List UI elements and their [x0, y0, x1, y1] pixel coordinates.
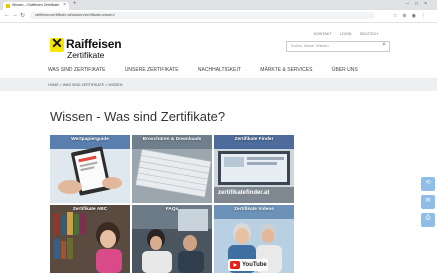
tile-zertifikate-abc[interactable]: Zertifikate ABC	[50, 205, 130, 273]
search-input[interactable]: Suche, Name, Wissen ⌕	[286, 41, 390, 52]
breadcrumb[interactable]: HOME > WAS SIND ZERTIFIKATE > WISSEN	[48, 83, 122, 87]
nav-item-was-sind-zertifikate[interactable]: WAS SIND ZERTIFIKATE	[48, 67, 105, 73]
nav-item-ueber-uns[interactable]: ÜBER UNS	[332, 67, 358, 73]
browser-tab[interactable]: Wissen – Raiffeisen Zertifikate ×	[3, 2, 69, 10]
raiffeisen-logo[interactable]: ✕ Raiffeisen Zertifikate	[50, 37, 140, 61]
close-tab-icon[interactable]: ×	[63, 2, 66, 8]
gable-cross-icon: ✕	[50, 38, 64, 52]
browser-window: Wissen – Raiffeisen Zertifikate × + –□× …	[0, 0, 437, 277]
tile-wertpapierguide[interactable]: Wertpapierguide	[50, 135, 130, 203]
tab-strip: Wissen – Raiffeisen Zertifikate × + –□×	[0, 0, 437, 10]
logo-text-raiffeisen: Raiffeisen	[66, 37, 122, 51]
tile-zertifikate-videos[interactable]: Zertifikate Videos YouTube	[214, 205, 294, 273]
finder-caption: zertifikatefinder.at	[218, 190, 270, 196]
top-links: KONTAKT LOGIN DEUTSCH	[314, 32, 385, 36]
reload-icon[interactable]: ↻	[20, 12, 25, 19]
favicon-icon	[6, 4, 10, 8]
tile-zertifikate-finder[interactable]: Zertifikate Finder zertifikatefinder.at	[214, 135, 294, 203]
youtube-logo-text: YouTube	[242, 262, 267, 268]
tile-label: Zertifikate Finder	[234, 137, 274, 142]
page-title: Wissen - Was sind Zertifikate?	[50, 109, 226, 124]
tablet-image	[50, 135, 130, 203]
tile-broschueren-downloads[interactable]: Broschüren & Downloads	[132, 135, 212, 203]
breadcrumb-bar: HOME > WAS SIND ZERTIFIKATE > WISSEN	[0, 78, 437, 91]
nav-item-nachhaltigkeit[interactable]: NACHHALTIGKEIT	[198, 67, 241, 73]
nav-item-unsere-zertifikate[interactable]: UNSERE ZERTIFIKATE	[125, 67, 179, 73]
library-image	[50, 205, 130, 273]
tile-faqs[interactable]: FAQs	[132, 205, 212, 273]
share-icon[interactable]: ⟲	[421, 177, 435, 191]
contact-link[interactable]: KONTAKT	[314, 32, 332, 36]
forward-icon[interactable]: →	[12, 12, 18, 18]
tile-grid: Wertpapierguide Broschüren & Downloads Z…	[50, 135, 295, 275]
new-tab-icon[interactable]: +	[73, 1, 77, 7]
logo-text-zertifikate: Zertifikate	[67, 50, 105, 60]
tile-label: Broschüren & Downloads	[142, 137, 202, 142]
tile-label: Zertifikate ABC	[72, 207, 108, 212]
address-bar[interactable]: raiffeisenzertifikate.at/wissen/zertifik…	[30, 12, 375, 19]
url-text: raiffeisenzertifikate.at/wissen/zertifik…	[35, 13, 115, 17]
nav-item-maerkte-services[interactable]: MÄRKTE & SERVICES	[260, 67, 312, 73]
back-icon[interactable]: ←	[4, 12, 10, 18]
mail-icon[interactable]: ✉	[421, 195, 435, 209]
language-link[interactable]: DEUTSCH	[360, 32, 378, 36]
tile-label: FAQs	[165, 207, 179, 212]
extension-icons[interactable]: ☆⊕◉⋮	[393, 13, 431, 19]
print-icon[interactable]: ⎙	[421, 213, 435, 227]
browser-toolbar: ← → ↻ raiffeisenzertifikate.at/wissen/ze…	[0, 10, 437, 23]
main-navigation: WAS SIND ZERTIFIKATE UNSERE ZERTIFIKATE …	[48, 67, 376, 73]
login-link[interactable]: LOGIN	[340, 32, 352, 36]
tab-title: Wissen – Raiffeisen Zertifikate	[12, 3, 60, 7]
window-controls[interactable]: –□×	[406, 1, 433, 7]
search-icon[interactable]: ⌕	[382, 41, 386, 49]
search-placeholder: Suche, Name, Wissen	[291, 44, 329, 48]
office-image	[132, 205, 212, 273]
tile-label: Wertpapierguide	[71, 137, 109, 142]
brochures-image	[132, 135, 212, 203]
side-action-bar: ⟲ ✉ ⎙	[421, 177, 435, 231]
website: ✕ Raiffeisen Zertifikate KONTAKT LOGIN D…	[0, 23, 437, 277]
tile-label: Zertifikate Videos	[234, 207, 274, 212]
